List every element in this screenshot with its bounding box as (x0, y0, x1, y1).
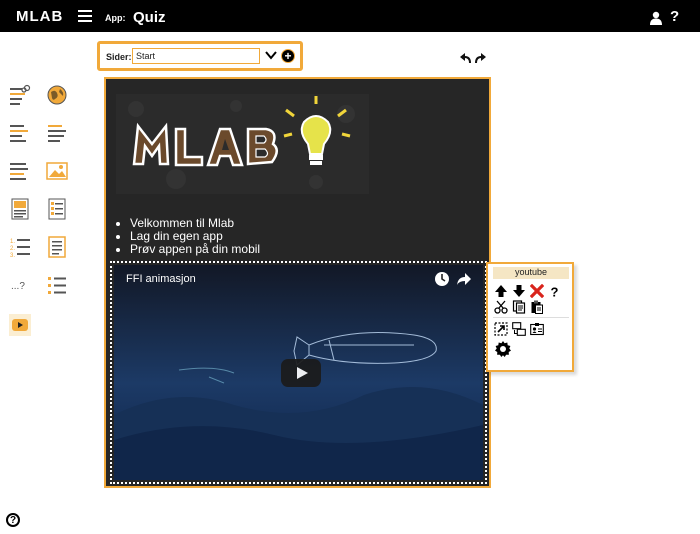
swap-icon[interactable] (512, 322, 526, 336)
add-text-link-icon[interactable] (9, 84, 31, 106)
undo-redo-icon[interactable] (460, 52, 486, 66)
youtube-component[interactable]: FFI animasjon (110, 261, 487, 484)
quiz-question-icon[interactable]: ...? (9, 274, 31, 296)
copy-icon[interactable] (512, 300, 526, 314)
bullet-list: Velkommen til Mlab Lag din egen app Prøv… (116, 217, 260, 256)
component-toolbox-title: youtube (493, 267, 569, 279)
delete-icon[interactable] (529, 283, 545, 299)
move-up-icon[interactable] (494, 284, 508, 298)
cut-icon[interactable] (494, 300, 508, 314)
watch-later-icon[interactable] (434, 271, 450, 287)
share-icon[interactable] (456, 271, 472, 287)
top-bar: MLAB App: Quiz ? (0, 0, 700, 32)
page-select[interactable]: Start (132, 48, 260, 64)
align-center-icon[interactable] (46, 122, 68, 144)
component-toolbox: youtube ? (486, 262, 574, 372)
settings-icon[interactable] (494, 340, 512, 358)
chevron-down-icon[interactable] (265, 49, 277, 61)
text-block-icon[interactable] (9, 160, 31, 182)
align-left-icon[interactable] (9, 122, 31, 144)
globe-icon[interactable] (46, 84, 68, 106)
bullet-list-icon[interactable] (46, 274, 68, 296)
image-icon[interactable] (46, 160, 68, 182)
brand-logo[interactable]: MLAB (16, 8, 63, 25)
mlab-logo-image (116, 94, 369, 194)
document-icon[interactable] (46, 236, 68, 258)
numbered-list-icon[interactable]: 1. 2. 3. (9, 236, 31, 259)
resize-icon[interactable] (494, 322, 508, 336)
page-selector: Sider: Start + (97, 41, 303, 71)
svg-text:2.: 2. (10, 246, 15, 252)
svg-text:3.: 3. (10, 253, 15, 258)
move-down-icon[interactable] (512, 284, 526, 298)
image-text-document-icon[interactable] (9, 198, 31, 220)
page-selector-label: Sider: (106, 52, 132, 62)
video-title: FFI animasjon (126, 273, 196, 285)
user-icon[interactable] (650, 11, 662, 25)
svg-text:?: ? (551, 285, 559, 299)
play-button[interactable] (281, 359, 321, 387)
svg-text:1.: 1. (10, 239, 15, 245)
help-icon[interactable]: ? (6, 513, 20, 527)
svg-text:...?: ...? (11, 281, 25, 292)
menu-icon[interactable] (78, 10, 92, 22)
checklist-document-icon[interactable] (46, 198, 68, 220)
list-item: Prøv appen på din mobil (130, 243, 260, 256)
paste-icon[interactable] (530, 300, 544, 314)
app-name: Quiz (133, 9, 166, 26)
page-canvas: Velkommen til Mlab Lag din egen app Prøv… (104, 77, 491, 488)
add-page-button[interactable]: + (281, 49, 295, 63)
help-button[interactable]: ? (670, 8, 679, 25)
app-label: App: (105, 13, 126, 23)
info-card-icon[interactable] (530, 322, 544, 336)
youtube-icon[interactable] (9, 314, 31, 336)
help-icon[interactable]: ? (548, 284, 562, 300)
popup-divider (493, 317, 569, 318)
video-player[interactable]: FFI animasjon (114, 265, 483, 480)
